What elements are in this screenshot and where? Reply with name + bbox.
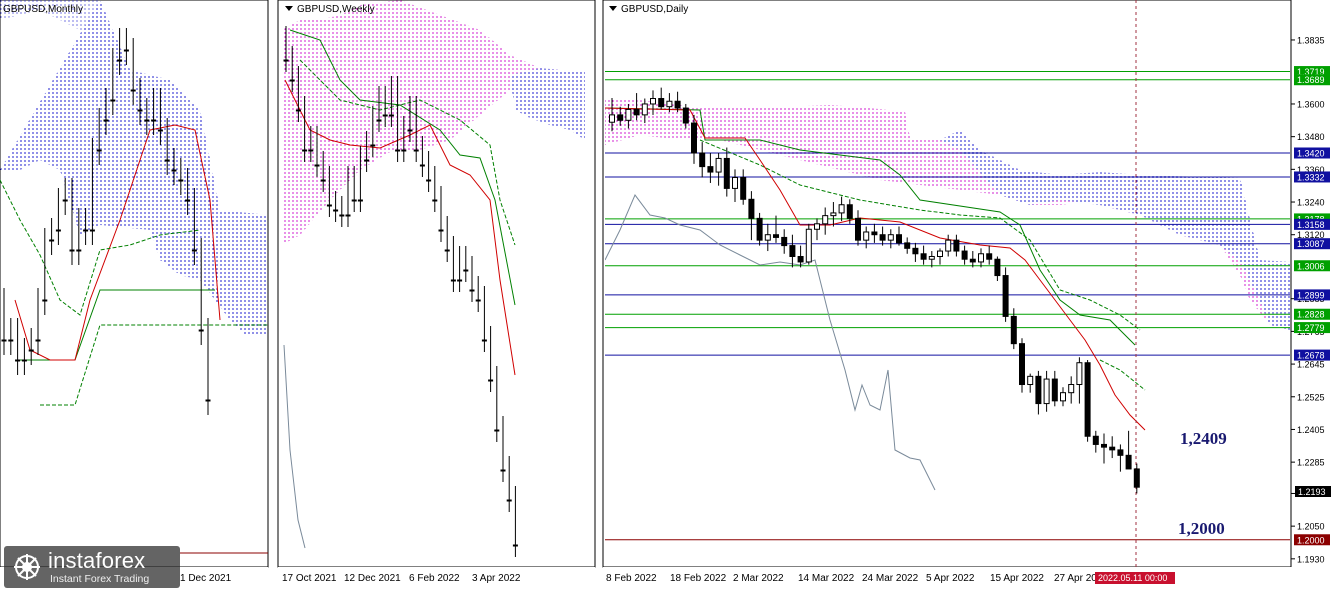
level-label-12828: 1.2828 xyxy=(1294,308,1330,320)
svg-text:1.3006: 1.3006 xyxy=(1297,261,1325,271)
monthly-title: GBPUSD,Monthly xyxy=(3,4,83,15)
annotation-upper: 1,2409 xyxy=(1180,429,1227,448)
daily-date-0: 8 Feb 2022 xyxy=(606,573,657,584)
price-tick: 1.3600 xyxy=(1297,99,1325,109)
weekly-panel[interactable]: GBPUSD,Weekly 17 Oct 2021 12 Dec 2021 6 … xyxy=(277,0,596,591)
svg-text:1.3087: 1.3087 xyxy=(1297,239,1325,249)
level-label-13158: 1.3158 xyxy=(1294,218,1330,230)
level-label-13420: 1.3420 xyxy=(1294,147,1330,159)
annotation-lower: 1,2000 xyxy=(1178,519,1225,538)
price-tick: 1.2285 xyxy=(1297,458,1325,468)
level-label-13087: 1.3087 xyxy=(1294,238,1330,250)
daily-date-2: 2 Mar 2022 xyxy=(733,573,784,584)
daily-title: GBPUSD,Daily xyxy=(621,4,688,15)
level-label-13332: 1.3332 xyxy=(1294,171,1330,183)
watermark-tagline: Instant Forex Trading xyxy=(50,573,150,585)
price-tick: 1.3240 xyxy=(1297,198,1325,208)
svg-text:1.2779: 1.2779 xyxy=(1297,323,1325,333)
weekly-date-3: 3 Apr 2022 xyxy=(472,573,521,584)
price-tick: 1.2405 xyxy=(1297,425,1325,435)
weekly-date-0: 17 Oct 2021 xyxy=(282,573,337,584)
svg-text:1.3420: 1.3420 xyxy=(1297,148,1325,158)
level-label-12678: 1.2678 xyxy=(1294,349,1330,361)
daily-panel[interactable]: 1.38351.36001.34801.33601.32401.31201.28… xyxy=(602,0,1332,591)
daily-date-3: 14 Mar 2022 xyxy=(798,573,855,584)
svg-text:1.3158: 1.3158 xyxy=(1297,220,1325,230)
monthly-panel[interactable]: GBPUSD,Monthly 1 Dec 2021 xyxy=(0,0,269,591)
daily-last-price-label: 1.2193 xyxy=(1298,487,1326,497)
level-label-13006: 1.3006 xyxy=(1294,260,1330,272)
monthly-date-label: 1 Dec 2021 xyxy=(180,573,232,584)
weekly-title: GBPUSD,Weekly xyxy=(297,4,375,15)
svg-text:1.2678: 1.2678 xyxy=(1297,351,1325,361)
svg-text:1.2899: 1.2899 xyxy=(1297,290,1325,300)
price-tick: 1.1930 xyxy=(1297,554,1325,564)
daily-current-time-label: 2022.05.11 00:00 xyxy=(1098,573,1167,583)
daily-candle xyxy=(1002,267,1009,322)
chart-canvas[interactable]: GBPUSD,Monthly 1 Dec 2021 GBPUSD,Weekly … xyxy=(0,0,1332,591)
weekly-date-1: 12 Dec 2021 xyxy=(344,573,401,584)
level-label-13689: 1.3689 xyxy=(1294,74,1330,86)
price-tick: 1.2525 xyxy=(1297,392,1325,402)
price-tick: 1.2050 xyxy=(1297,522,1325,532)
daily-candle xyxy=(1019,338,1025,393)
daily-candle xyxy=(805,223,812,265)
price-tick: 1.3835 xyxy=(1297,35,1325,45)
level-label-12899: 1.2899 xyxy=(1294,289,1330,301)
watermark-brand: instaforex xyxy=(48,548,146,573)
level-label-12000: 1.2000 xyxy=(1294,534,1330,546)
daily-date-4: 24 Mar 2022 xyxy=(862,573,919,584)
price-tick: 1.2645 xyxy=(1297,360,1325,370)
price-tick: 1.3480 xyxy=(1297,132,1325,142)
daily-date-6: 15 Apr 2022 xyxy=(990,573,1044,584)
daily-date-5: 5 Apr 2022 xyxy=(926,573,975,584)
chart-window: GBPUSD,Monthly 1 Dec 2021 GBPUSD,Weekly … xyxy=(0,0,1332,591)
instaforex-watermark: instaforex Instant Forex Trading xyxy=(4,546,180,588)
svg-text:1.3332: 1.3332 xyxy=(1297,172,1325,182)
weekly-date-2: 6 Feb 2022 xyxy=(409,573,460,584)
level-label-12779: 1.2779 xyxy=(1294,322,1330,334)
svg-text:1.2000: 1.2000 xyxy=(1297,535,1325,545)
daily-candle xyxy=(1084,359,1091,442)
daily-last-price: 1.2193 xyxy=(1295,486,1331,497)
svg-text:1.2828: 1.2828 xyxy=(1297,310,1325,320)
instaforex-logo-icon xyxy=(14,554,40,580)
daily-date-1: 18 Feb 2022 xyxy=(670,573,727,584)
daily-date-7: 27 Apr 20 xyxy=(1054,573,1097,584)
svg-text:1.3689: 1.3689 xyxy=(1297,75,1325,85)
